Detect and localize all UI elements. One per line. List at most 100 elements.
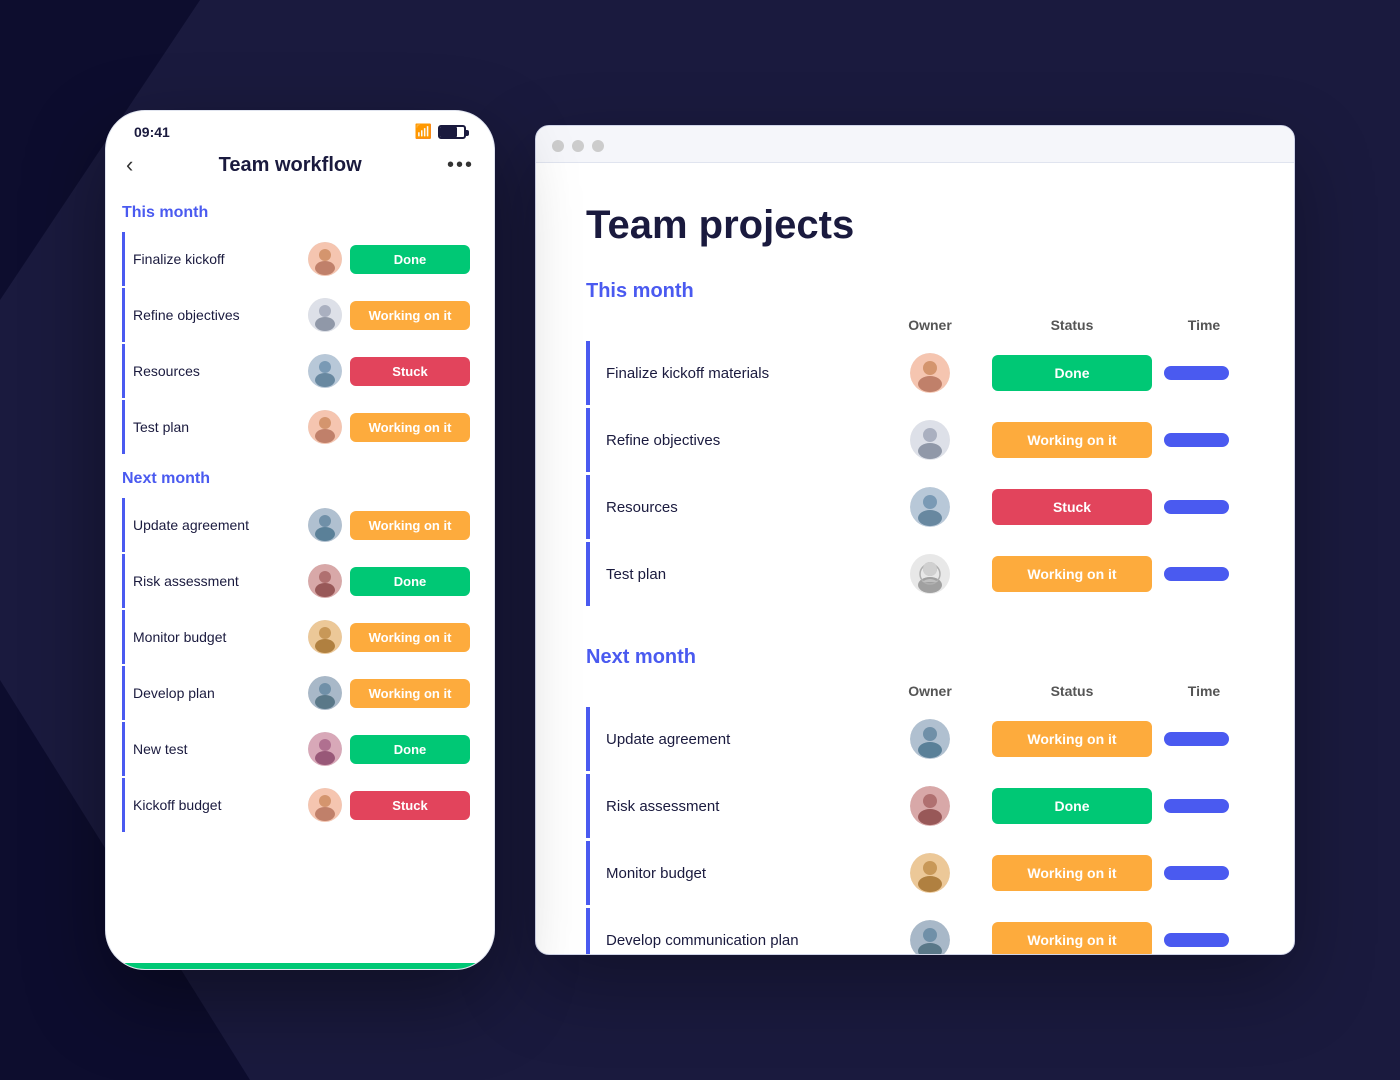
timeline-bar bbox=[1164, 799, 1229, 813]
task-name: Finalize kickoff bbox=[133, 251, 300, 267]
task-name: Refine objectives bbox=[133, 307, 300, 323]
phone-content: This month Finalize kickoff Done Refine … bbox=[106, 188, 494, 963]
task-name: Test plan bbox=[133, 419, 300, 435]
back-button[interactable]: ‹ bbox=[126, 152, 133, 178]
timeline-bar bbox=[1164, 433, 1229, 447]
avatar bbox=[308, 676, 342, 710]
col-owner: Owner bbox=[880, 317, 980, 333]
task-name: Risk assessment bbox=[133, 573, 300, 589]
task-name: Develop communication plan bbox=[590, 932, 868, 949]
desktop-task-develop-comm: Develop communication plan Working on it bbox=[586, 908, 1244, 954]
owner-avatar bbox=[880, 719, 980, 759]
phone-screen-title: Team workflow bbox=[219, 154, 362, 177]
status-badge: Stuck bbox=[992, 489, 1152, 525]
owner-avatar bbox=[880, 786, 980, 826]
owner-avatar bbox=[880, 353, 980, 393]
status-badge: Working on it bbox=[992, 922, 1152, 954]
mobile-phone: 09:41 📶 ‹ Team workflow ••• This month F… bbox=[105, 110, 495, 970]
owner-avatar bbox=[880, 554, 980, 594]
desktop-task-finalize: Finalize kickoff materials Done bbox=[586, 341, 1244, 405]
desktop-browser: Team projects This month Owner Status Ti… bbox=[535, 125, 1295, 955]
phone-this-month-task-testplan: Test plan Working on it bbox=[122, 400, 478, 454]
desktop-task-risk: Risk assessment Done bbox=[586, 774, 1244, 838]
col-status: Status bbox=[992, 317, 1152, 333]
status-badge: Working on it bbox=[350, 679, 470, 708]
task-name: Resources bbox=[133, 363, 300, 379]
task-name: Risk assessment bbox=[590, 798, 868, 815]
status-badge: Working on it bbox=[350, 413, 470, 442]
timeline-bar bbox=[1164, 567, 1229, 581]
status-badge: Working on it bbox=[350, 301, 470, 330]
browser-dot-green bbox=[592, 140, 604, 152]
col-owner: Owner bbox=[880, 683, 980, 699]
desktop-task-update: Update agreement Working on it bbox=[586, 707, 1244, 771]
status-badge: Working on it bbox=[992, 855, 1152, 891]
desktop-task-monitor: Monitor budget Working on it bbox=[586, 841, 1244, 905]
task-name: Resources bbox=[590, 499, 868, 516]
task-name: Test plan bbox=[590, 566, 868, 583]
col-time: Time bbox=[1164, 317, 1244, 333]
desktop-task-resources: Resources Stuck bbox=[586, 475, 1244, 539]
avatar bbox=[308, 788, 342, 822]
status-badge: Done bbox=[992, 355, 1152, 391]
browser-titlebar bbox=[536, 126, 1294, 163]
desktop-next-month-table: Owner Status Time Update agreement bbox=[586, 683, 1244, 954]
status-badge: Working on it bbox=[992, 556, 1152, 592]
task-name: Finalize kickoff materials bbox=[590, 365, 868, 382]
phone-next-month-task-kickoff: Kickoff budget Stuck bbox=[122, 778, 478, 832]
table-header: Owner Status Time bbox=[586, 317, 1244, 341]
avatar bbox=[308, 508, 342, 542]
avatar bbox=[308, 564, 342, 598]
table-header: Owner Status Time bbox=[586, 683, 1244, 707]
owner-avatar bbox=[880, 920, 980, 954]
owner-avatar bbox=[880, 487, 980, 527]
more-menu-button[interactable]: ••• bbox=[447, 154, 474, 177]
avatar bbox=[308, 242, 342, 276]
status-badge: Stuck bbox=[350, 357, 470, 386]
phone-this-month-task-refine: Refine objectives Working on it bbox=[122, 288, 478, 342]
status-badge: Stuck bbox=[350, 791, 470, 820]
owner-avatar bbox=[880, 853, 980, 893]
timeline-bar bbox=[1164, 366, 1229, 380]
task-name: Refine objectives bbox=[590, 432, 868, 449]
phone-header: ‹ Team workflow ••• bbox=[106, 144, 494, 188]
timeline-bar bbox=[1164, 933, 1229, 947]
phone-next-month-task-develop: Develop plan Working on it bbox=[122, 666, 478, 720]
task-name: Develop plan bbox=[133, 685, 300, 701]
timeline-bar bbox=[1164, 500, 1229, 514]
desktop-this-month-table: Owner Status Time Finalize kickoff mater… bbox=[586, 317, 1244, 606]
task-name: New test bbox=[133, 741, 300, 757]
wifi-icon: 📶 bbox=[415, 123, 432, 140]
col-time: Time bbox=[1164, 683, 1244, 699]
col-status: Status bbox=[992, 683, 1152, 699]
desktop-task-refine: Refine objectives Working on it bbox=[586, 408, 1244, 472]
browser-dot-red bbox=[552, 140, 564, 152]
phone-time: 09:41 bbox=[134, 124, 170, 140]
page-title: Team projects bbox=[586, 203, 1244, 248]
status-badge: Working on it bbox=[350, 511, 470, 540]
status-badge: Working on it bbox=[350, 623, 470, 652]
status-badge: Done bbox=[350, 567, 470, 596]
timeline-bar bbox=[1164, 732, 1229, 746]
phone-next-month-label: Next month bbox=[122, 470, 478, 488]
timeline-bar bbox=[1164, 866, 1229, 880]
task-name: Monitor budget bbox=[590, 865, 868, 882]
task-name: Monitor budget bbox=[133, 629, 300, 645]
task-name: Kickoff budget bbox=[133, 797, 300, 813]
phone-next-month-task-newtest: New test Done bbox=[122, 722, 478, 776]
phone-this-month-label: This month bbox=[122, 204, 478, 222]
phone-next-month-task-risk: Risk assessment Done bbox=[122, 554, 478, 608]
browser-content: Team projects This month Owner Status Ti… bbox=[536, 163, 1294, 954]
status-badge: Done bbox=[992, 788, 1152, 824]
status-icons: 📶 bbox=[415, 123, 466, 140]
avatar bbox=[308, 732, 342, 766]
phone-next-month-task-monitor: Monitor budget Working on it bbox=[122, 610, 478, 664]
phone-next-month-task-update: Update agreement Working on it bbox=[122, 498, 478, 552]
phone-this-month-task-finalize: Finalize kickoff Done bbox=[122, 232, 478, 286]
desktop-task-testplan: Test plan bbox=[586, 542, 1244, 606]
avatar bbox=[308, 298, 342, 332]
browser-dot-yellow bbox=[572, 140, 584, 152]
status-badge: Working on it bbox=[992, 422, 1152, 458]
status-badge: Working on it bbox=[992, 721, 1152, 757]
scene-container: 09:41 📶 ‹ Team workflow ••• This month F… bbox=[105, 110, 1295, 970]
